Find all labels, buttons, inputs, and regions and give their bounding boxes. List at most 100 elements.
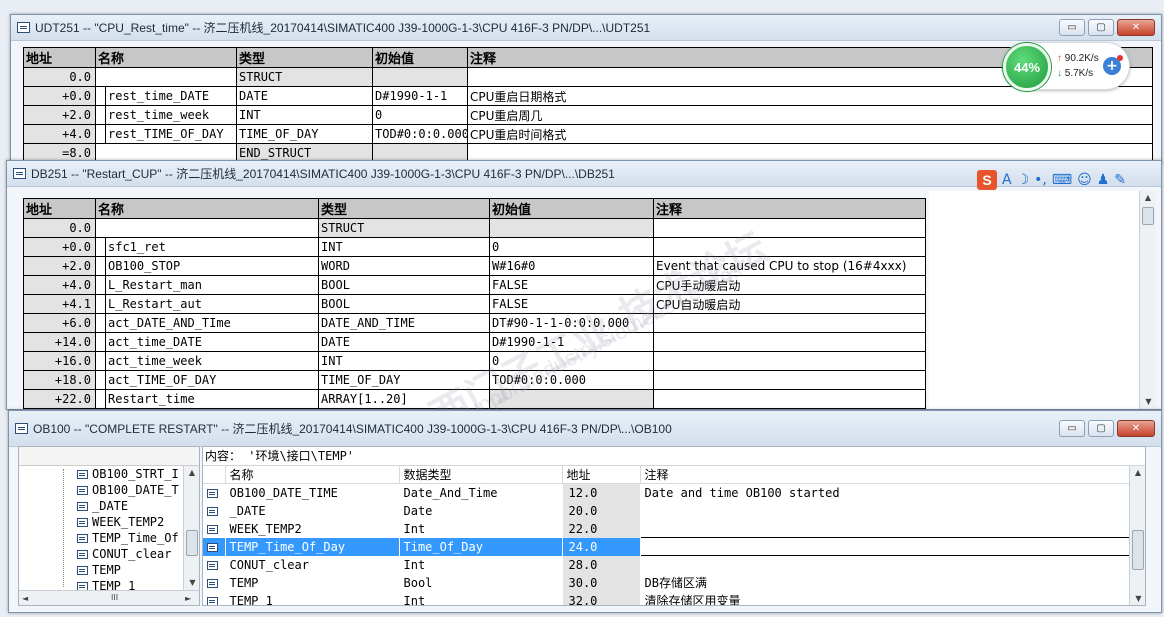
initial-value-cell[interactable]: D#1990-1-1 [372, 86, 469, 106]
type-cell[interactable]: DATE [236, 86, 374, 106]
comment-cell[interactable] [640, 519, 1133, 538]
type-cell[interactable]: ARRAY[1..20] [318, 389, 491, 409]
type-cell[interactable]: BOOL [318, 294, 491, 314]
datatype-cell[interactable]: Int [399, 519, 563, 538]
name-cell[interactable]: rest_TIME_OF_DAY [104, 124, 238, 144]
table-row[interactable]: +6.0 act_DATE_AND_TIme DATE_AND_TIME DT#90-… [23, 313, 926, 333]
table-row[interactable]: 0.0 STRUCT [23, 218, 926, 238]
name-cell[interactable]: act_time_DATE [104, 332, 320, 352]
tree-vertical-scrollbar[interactable]: ▲ ▼ [183, 466, 199, 590]
datatype-cell[interactable]: Time_Of_Day [399, 537, 563, 556]
datatype-cell[interactable]: Int [399, 555, 563, 574]
name-cell[interactable]: OB100_STOP [104, 256, 320, 276]
name-cell[interactable]: act_TIME_OF_DAY [104, 370, 320, 390]
scroll-down-arrow-icon[interactable]: ▼ [1140, 395, 1157, 409]
comment-cell[interactable] [640, 555, 1133, 574]
db251-vertical-scrollbar[interactable]: ▲ ▼ [1139, 191, 1156, 409]
type-cell[interactable]: INT [318, 237, 491, 257]
moon-icon[interactable]: ☽ [1017, 172, 1030, 188]
table-row[interactable]: +22.0 Restart_time ARRAY[1..20] [23, 389, 926, 409]
table-row[interactable]: CONUT_clear Int 28.0 [203, 555, 1133, 574]
wrench-icon[interactable]: ✎ [1114, 172, 1126, 188]
type-cell[interactable]: BOOL [318, 275, 491, 295]
maximize-button[interactable]: ▢ [1088, 19, 1114, 36]
table-row[interactable]: +16.0 act_time_week INT 0 [23, 351, 926, 371]
name-cell[interactable]: CONUT_clear [225, 555, 400, 574]
initial-value-cell[interactable]: D#1990-1-1 [489, 332, 655, 352]
scroll-thumb[interactable] [186, 530, 198, 556]
punctuation-icon[interactable]: •, [1034, 172, 1047, 188]
network-speed-widget[interactable]: 44% ↑ 90.2K/s ↓ 5.7K/s + [1002, 42, 1130, 91]
table-row[interactable]: _DATE Date 20.0 [203, 501, 1133, 520]
name-cell[interactable]: WEEK_TEMP2 [225, 519, 400, 538]
name-cell[interactable] [94, 218, 320, 238]
initial-value-cell[interactable]: W#16#0 [489, 256, 655, 276]
table-row[interactable]: TEMP_Time_Of_Day Time_Of_Day 24.0 [203, 537, 1133, 556]
name-cell[interactable]: TEMP_1 [225, 591, 400, 605]
initial-value-cell[interactable]: TOD#0:0:0.000 [489, 370, 655, 390]
skin-icon[interactable]: ♟ [1097, 172, 1110, 188]
comment-cell[interactable]: DB存储区满 [640, 573, 1133, 592]
comment-cell[interactable]: Date and time OB100 started [640, 483, 1133, 502]
name-cell[interactable]: OB100_DATE_TIME [225, 483, 400, 502]
type-cell[interactable]: STRUCT [318, 218, 491, 238]
col-header-name[interactable]: 名称 [225, 466, 400, 484]
name-cell[interactable]: rest_time_DATE [104, 86, 238, 106]
scroll-down-arrow-icon[interactable]: ▼ [1130, 592, 1145, 605]
name-cell[interactable]: act_time_week [104, 351, 320, 371]
type-cell[interactable]: DATE_AND_TIME [318, 313, 491, 333]
tree-horizontal-scrollbar[interactable]: ◄ III ► [19, 590, 199, 605]
scroll-up-arrow-icon[interactable]: ▲ [184, 466, 199, 480]
type-cell[interactable]: TIME_OF_DAY [318, 370, 491, 390]
minimize-button[interactable]: ▭ [1059, 19, 1085, 36]
scroll-thumb[interactable] [1142, 207, 1154, 225]
table-row[interactable]: 0.0 STRUCT [23, 67, 1153, 87]
comment-cell[interactable]: CPU自动暖启动 [653, 294, 926, 314]
comment-cell[interactable] [653, 332, 926, 352]
type-cell[interactable]: INT [318, 351, 491, 371]
ob100-vertical-scrollbar[interactable]: ▲ ▼ [1129, 466, 1145, 605]
table-row[interactable]: WEEK_TEMP2 Int 22.0 [203, 519, 1133, 538]
comment-cell[interactable] [653, 351, 926, 371]
comment-cell[interactable] [653, 313, 926, 333]
comment-cell[interactable] [640, 501, 1133, 520]
comment-cell[interactable]: Event that caused CPU to stop (16#4xxx) [653, 256, 926, 276]
datatype-cell[interactable]: Bool [399, 573, 563, 592]
table-row[interactable]: +14.0 act_time_DATE DATE D#1990-1-1 [23, 332, 926, 352]
name-cell[interactable]: Restart_time [104, 389, 320, 409]
name-cell[interactable]: sfc1_ret [104, 237, 320, 257]
table-row[interactable]: +4.0 L_Restart_man BOOL FALSE CPU手动暖启动 [23, 275, 926, 295]
close-button[interactable]: ✕ [1117, 420, 1155, 437]
sogou-logo-icon[interactable]: S [977, 170, 997, 190]
ob100-titlebar[interactable]: OB100 -- "COMPLETE RESTART" -- 济二压机线_201… [9, 411, 1161, 447]
name-cell[interactable]: TEMP_Time_Of_Day [225, 537, 400, 556]
type-cell[interactable]: DATE [318, 332, 491, 352]
scroll-thumb[interactable] [1132, 530, 1144, 570]
scroll-down-arrow-icon[interactable]: ▼ [184, 576, 199, 590]
table-row[interactable]: +2.0 rest_time_week INT 0 CPU重启周几 [23, 105, 1153, 125]
table-row[interactable]: TEMP_1 Int 32.0 清除存储区用变量 [203, 591, 1133, 605]
table-row[interactable]: OB100_DATE_TIME Date_And_Time 12.0 Date and… [203, 483, 1133, 502]
tree-item[interactable]: TEMP_Time_Of [19, 530, 199, 546]
scroll-right-arrow-icon[interactable]: ► [185, 594, 191, 603]
comment-cell[interactable]: 清除存储区用变量 [640, 591, 1133, 605]
initial-value-cell[interactable]: 0 [489, 351, 655, 371]
col-header-comment[interactable]: 注释 [640, 466, 1133, 484]
table-row[interactable]: +18.0 act_TIME_OF_DAY TIME_OF_DAY TOD#0:0:0… [23, 370, 926, 390]
comment-cell[interactable] [639, 537, 1133, 556]
tree-item[interactable]: _DATE [19, 498, 199, 514]
name-cell[interactable]: _DATE [225, 501, 400, 520]
scroll-grip[interactable]: III [111, 593, 118, 602]
tree-item[interactable]: TEMP [19, 562, 199, 578]
close-button[interactable]: ✕ [1117, 19, 1155, 36]
comment-cell[interactable] [653, 237, 926, 257]
name-cell[interactable]: TEMP [225, 573, 400, 592]
keyboard-icon[interactable]: ⌨ [1052, 172, 1072, 188]
table-row[interactable]: +0.0 sfc1_ret INT 0 [23, 237, 926, 257]
initial-value-cell[interactable]: 0 [372, 105, 469, 125]
comment-cell[interactable]: CPU手动暖启动 [653, 275, 926, 295]
col-header-datatype[interactable]: 数据类型 [399, 466, 563, 484]
initial-value-cell[interactable]: DT#90-1-1-0:0:0.000 [489, 313, 655, 333]
name-cell[interactable]: L_Restart_man [104, 275, 320, 295]
type-cell[interactable]: INT [236, 105, 374, 125]
